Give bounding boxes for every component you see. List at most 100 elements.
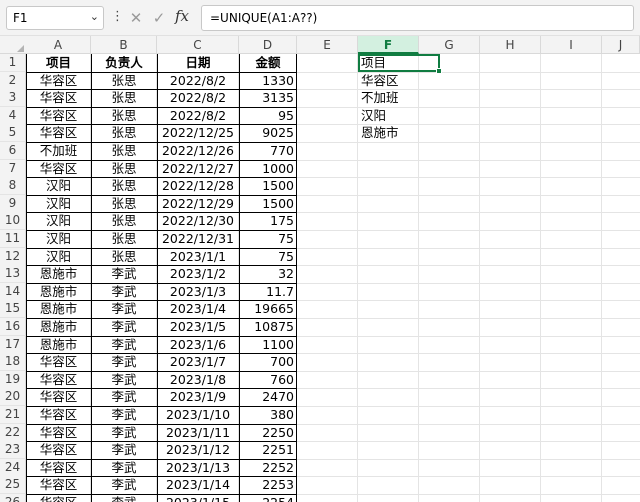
row-header-1[interactable]: 1 [0, 54, 26, 72]
row-header-2[interactable]: 2 [0, 72, 26, 90]
table-cell[interactable]: 2023/1/10 [157, 406, 239, 423]
table-cell[interactable]: 2022/8/2 [157, 72, 239, 89]
table-cell[interactable]: 10875 [239, 318, 297, 335]
table-cell[interactable]: 2022/12/31 [157, 230, 239, 247]
table-cell[interactable]: 华容区 [26, 72, 91, 89]
table-cell[interactable]: 2022/8/2 [157, 107, 239, 124]
table-cell[interactable]: 华容区 [26, 494, 91, 502]
table-header-cell[interactable]: 项目 [26, 54, 91, 71]
table-cell[interactable]: 3135 [239, 89, 297, 106]
cancel-icon[interactable]: ✕ [127, 8, 145, 28]
table-cell[interactable]: 2023/1/1 [157, 248, 239, 265]
table-cell[interactable]: 32 [239, 265, 297, 282]
table-cell[interactable]: 汉阳 [26, 177, 91, 194]
table-cell[interactable]: 汉阳 [26, 195, 91, 212]
table-cell[interactable]: 汉阳 [26, 212, 91, 229]
row-header-22[interactable]: 22 [0, 424, 26, 442]
table-cell[interactable]: 2022/12/29 [157, 195, 239, 212]
column-header-h[interactable]: H [480, 36, 541, 54]
table-cell[interactable]: 2023/1/15 [157, 494, 239, 502]
row-header-5[interactable]: 5 [0, 124, 26, 142]
table-cell[interactable]: 张思 [91, 124, 157, 141]
table-cell[interactable]: 75 [239, 248, 297, 265]
insert-function-icon[interactable]: fx [175, 7, 189, 25]
table-cell[interactable]: 1500 [239, 195, 297, 212]
table-header-cell[interactable]: 金额 [239, 54, 297, 71]
select-all-button[interactable] [0, 36, 26, 54]
table-cell[interactable]: 张思 [91, 89, 157, 106]
table-cell[interactable]: 李武 [91, 459, 157, 476]
table-cell[interactable]: 95 [239, 107, 297, 124]
table-cell[interactable]: 李武 [91, 406, 157, 423]
row-header-17[interactable]: 17 [0, 336, 26, 354]
table-cell[interactable]: 恩施市 [26, 336, 91, 353]
table-cell[interactable]: 760 [239, 371, 297, 388]
table-cell[interactable]: 汉阳 [26, 230, 91, 247]
table-cell[interactable]: 张思 [91, 212, 157, 229]
table-cell[interactable]: 2253 [239, 476, 297, 493]
table-cell[interactable]: 恩施市 [26, 318, 91, 335]
table-cell[interactable]: 李武 [91, 318, 157, 335]
row-header-16[interactable]: 16 [0, 318, 26, 336]
table-cell[interactable]: 770 [239, 142, 297, 159]
row-header-14[interactable]: 14 [0, 283, 26, 301]
table-cell[interactable]: 华容区 [26, 353, 91, 370]
table-cell[interactable]: 张思 [91, 107, 157, 124]
table-cell[interactable]: 2023/1/2 [157, 265, 239, 282]
unique-result-cell[interactable]: 汉阳 [358, 107, 419, 124]
column-header-d[interactable]: D [239, 36, 297, 54]
table-cell[interactable]: 2022/12/25 [157, 124, 239, 141]
table-cell[interactable]: 2023/1/7 [157, 353, 239, 370]
unique-result-cell[interactable]: 恩施市 [358, 124, 419, 141]
table-cell[interactable]: 华容区 [26, 160, 91, 177]
table-cell[interactable]: 2023/1/8 [157, 371, 239, 388]
table-cell[interactable]: 2023/1/6 [157, 336, 239, 353]
row-header-18[interactable]: 18 [0, 353, 26, 371]
row-header-7[interactable]: 7 [0, 160, 26, 178]
table-header-cell[interactable]: 日期 [157, 54, 239, 71]
table-cell[interactable]: 张思 [91, 230, 157, 247]
table-cell[interactable]: 华容区 [26, 371, 91, 388]
table-cell[interactable]: 李武 [91, 424, 157, 441]
column-header-b[interactable]: B [91, 36, 157, 54]
table-cell[interactable]: 2022/12/26 [157, 142, 239, 159]
table-cell[interactable]: 1000 [239, 160, 297, 177]
column-header-c[interactable]: C [157, 36, 239, 54]
row-header-8[interactable]: 8 [0, 177, 26, 195]
table-cell[interactable]: 张思 [91, 160, 157, 177]
formula-input[interactable]: =UNIQUE(A1:A??) [201, 5, 634, 31]
unique-result-cell[interactable]: 华容区 [358, 72, 419, 89]
table-cell[interactable]: 2022/12/30 [157, 212, 239, 229]
row-header-9[interactable]: 9 [0, 195, 26, 213]
table-cell[interactable]: 李武 [91, 441, 157, 458]
table-cell[interactable]: 张思 [91, 248, 157, 265]
table-cell[interactable]: 华容区 [26, 459, 91, 476]
table-cell[interactable]: 2250 [239, 424, 297, 441]
table-cell[interactable]: 2023/1/14 [157, 476, 239, 493]
row-header-23[interactable]: 23 [0, 441, 26, 459]
row-header-25[interactable]: 25 [0, 476, 26, 494]
row-header-3[interactable]: 3 [0, 89, 26, 107]
table-cell[interactable]: 1330 [239, 72, 297, 89]
row-header-10[interactable]: 10 [0, 212, 26, 230]
table-cell[interactable]: 李武 [91, 388, 157, 405]
table-cell[interactable]: 380 [239, 406, 297, 423]
table-cell[interactable]: 2023/1/11 [157, 424, 239, 441]
row-header-26[interactable]: 26 [0, 494, 26, 502]
table-cell[interactable]: 2022/12/27 [157, 160, 239, 177]
table-cell[interactable]: 2252 [239, 459, 297, 476]
table-cell[interactable]: 华容区 [26, 89, 91, 106]
table-cell[interactable]: 华容区 [26, 476, 91, 493]
table-cell[interactable]: 2023/1/13 [157, 459, 239, 476]
column-header-j[interactable]: J [602, 36, 640, 54]
table-cell[interactable]: 张思 [91, 195, 157, 212]
table-cell[interactable]: 2023/1/5 [157, 318, 239, 335]
unique-result-cell[interactable]: 不加班 [358, 89, 419, 106]
table-cell[interactable]: 华容区 [26, 406, 91, 423]
table-cell[interactable]: 华容区 [26, 424, 91, 441]
table-header-cell[interactable]: 负责人 [91, 54, 157, 71]
table-cell[interactable]: 9025 [239, 124, 297, 141]
row-header-20[interactable]: 20 [0, 388, 26, 406]
row-header-11[interactable]: 11 [0, 230, 26, 248]
table-cell[interactable]: 19665 [239, 300, 297, 317]
